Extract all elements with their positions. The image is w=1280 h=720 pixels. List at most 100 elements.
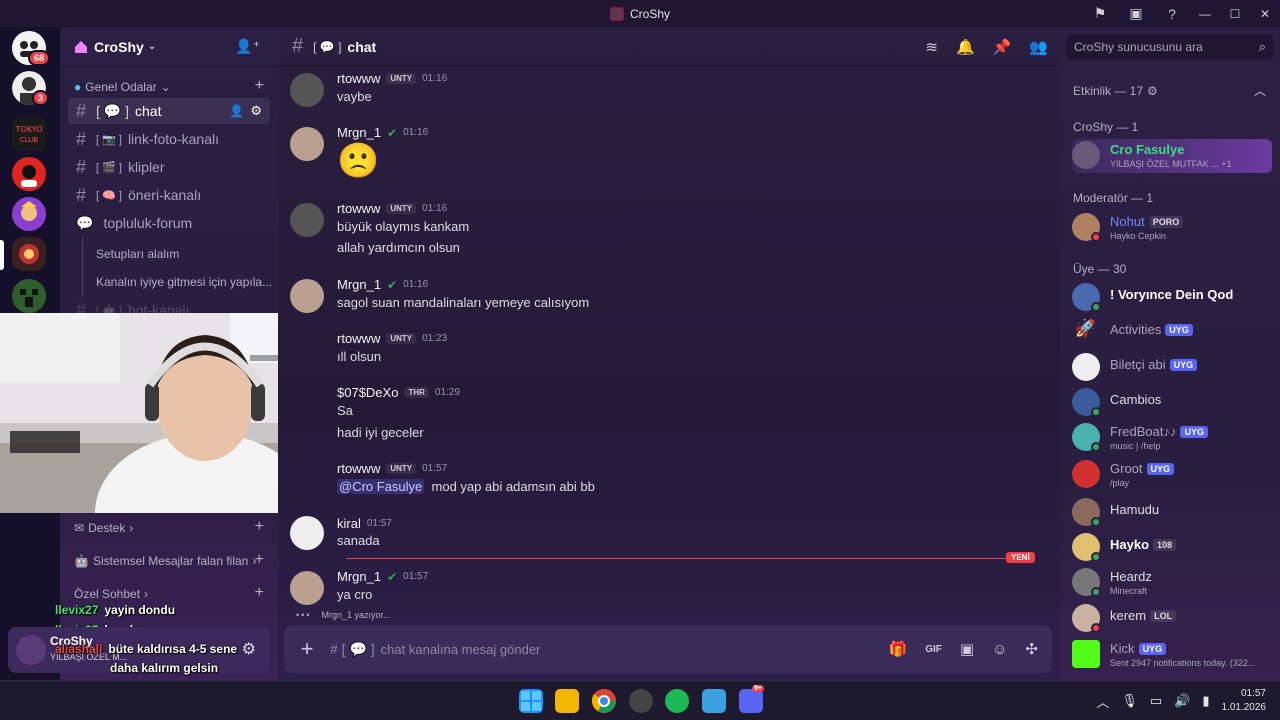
hash-icon: # — [76, 100, 87, 121]
add-channel-icon[interactable]: + — [255, 518, 264, 536]
sticker-icon[interactable]: ▣ — [960, 640, 974, 658]
server-icon-red[interactable] — [12, 157, 46, 191]
server-icon-game[interactable] — [12, 197, 46, 231]
status-online — [1091, 517, 1101, 527]
gear-icon[interactable]: ⚙ — [250, 103, 262, 119]
thread-setuplari[interactable]: Setupları alalım — [96, 247, 179, 261]
add-channel-icon[interactable]: + — [255, 77, 264, 95]
member-row[interactable]: Groot UYG /play — [1072, 458, 1272, 492]
member-row[interactable]: kerem LOL — [1072, 602, 1272, 636]
member-row[interactable]: Kick UYG Sent 2947 notifications today. (… — [1072, 638, 1272, 672]
message-input[interactable]: chat kanalına mesaj gönder — [381, 642, 541, 657]
globe-icon: ● — [74, 80, 82, 94]
channel-klipler[interactable]: # [ 🎬 ] klipler — [68, 154, 270, 180]
network-icon[interactable]: ▭ — [1150, 693, 1162, 709]
clock[interactable]: 01:57 1.01.2026 — [1222, 687, 1267, 715]
member-row[interactable]: Heardz Minecraft — [1072, 566, 1272, 600]
gif-icon[interactable]: GIF — [925, 644, 942, 655]
category-destek[interactable]: ✉ Destek › — [74, 521, 133, 535]
bell-icon[interactable]: 🔔 — [956, 38, 975, 56]
thread-kanalin-iyiye[interactable]: Kanalın iyiye gitmesi için yapıla... — [96, 275, 272, 289]
member-row[interactable]: Hamudu — [1072, 496, 1272, 530]
category-sistemsel[interactable]: 🤖 Sistemsel Mesajlar falan filan › — [74, 554, 256, 568]
invite-icon[interactable]: 👤 — [229, 104, 244, 118]
taskbar: 9+ ︿ 🎙 ▭ 🔊 ▮ 01:57 1.01.2026 — [0, 680, 1280, 720]
server-icon-minecraft[interactable] — [12, 279, 46, 313]
user-avatar[interactable] — [16, 635, 46, 665]
chevron-down-icon: ⌄ — [160, 80, 171, 94]
close-button[interactable]: ✕ — [1250, 0, 1280, 27]
member-row[interactable]: Nohut PORO Hayko Cepkin — [1072, 211, 1272, 245]
member-row[interactable]: Hayko 108 — [1072, 531, 1272, 565]
add-member-icon[interactable]: 👤⁺ — [235, 38, 260, 55]
chevron-up-icon[interactable]: ︿ — [1254, 82, 1266, 99]
message-composer[interactable]: + # [ 💬 ] chat kanalına mesaj gönder 🎁 G… — [284, 625, 1052, 673]
members-icon[interactable]: 👥 — [1029, 38, 1048, 56]
add-channel-icon[interactable]: + — [255, 584, 264, 602]
member-row[interactable]: 🚀 Activities UYG — [1072, 316, 1272, 350]
chevron-up-icon[interactable]: ︿ — [1096, 692, 1109, 711]
channel-topluluk-forum[interactable]: 💬 topluluk-forum — [68, 210, 270, 236]
avatar[interactable] — [290, 279, 324, 313]
status-dnd — [1091, 232, 1101, 242]
section-header: Üye — 30 — [1073, 262, 1127, 276]
member-row[interactable]: FredBoat♪♪ UYG music | /help — [1072, 421, 1272, 455]
guild-header[interactable]: CroShy ⌄ 👤⁺ — [60, 27, 278, 67]
avatar[interactable] — [290, 203, 324, 237]
hash-icon: # — [292, 35, 304, 57]
verified-icon: ✔ — [387, 569, 398, 584]
unread-badge: 3 — [32, 90, 50, 106]
category-genel-odalar[interactable]: ● Genel Odalar ⌄ — [74, 80, 171, 94]
member-row[interactable]: ! Voryınce Dein Qod — [1072, 281, 1272, 315]
brain-icon: [ 🧠 ] — [96, 189, 122, 202]
spotify-icon[interactable] — [665, 689, 689, 713]
windows-start-icon[interactable] — [519, 689, 543, 713]
help-icon[interactable]: ? — [1154, 0, 1190, 27]
gear-icon[interactable]: ⚙ — [242, 639, 256, 659]
microphone-icon[interactable]: 🎙 — [1121, 693, 1138, 709]
robot-icon: 🤖 — [74, 554, 89, 568]
camera-icon: [ 📷 ] — [96, 133, 122, 146]
activity-header[interactable]: Etkinlik — 17 ⚙ — [1073, 84, 1158, 98]
maximize-button[interactable]: ☐ — [1220, 0, 1250, 27]
window-title: CroShy — [609, 6, 670, 21]
apps-icon[interactable]: ✣ — [1025, 640, 1038, 658]
channel-oneri[interactable]: # [ 🧠 ] öneri-kanalı — [68, 182, 270, 208]
member-row[interactable]: Cro Fasulye YILBAŞI ÖZEL MUTFAK ... +1 — [1072, 139, 1272, 173]
threads-icon[interactable]: ≋ — [925, 38, 938, 56]
member-row[interactable]: Cambios — [1072, 386, 1272, 420]
attach-plus-icon[interactable]: + — [284, 636, 330, 662]
avatar[interactable] — [290, 127, 324, 161]
chevron-right-icon: › — [144, 587, 149, 601]
speaker-icon[interactable]: 🔊 — [1174, 693, 1190, 709]
inbox-icon[interactable]: ▣ — [1118, 0, 1154, 27]
notepad-icon[interactable] — [702, 689, 726, 713]
speech-bubble-icon: [ 💬 ] — [313, 39, 342, 54]
chrome-icon[interactable] — [592, 689, 616, 713]
emoji-icon[interactable]: ☺ — [992, 641, 1007, 658]
file-explorer-icon[interactable] — [555, 689, 579, 713]
new-messages-divider — [346, 558, 1034, 559]
status-online — [1091, 587, 1101, 597]
avatar[interactable] — [290, 516, 324, 550]
gift-icon[interactable]: 🎁 — [889, 640, 908, 658]
channel-chat[interactable]: # [ 💬 ] chat 👤 ⚙ — [68, 98, 270, 124]
channel-link-foto[interactable]: # [ 📷 ] link-foto-kanalı — [68, 126, 270, 152]
discord-icon[interactable] — [739, 689, 763, 713]
add-channel-icon[interactable]: + — [255, 551, 264, 569]
avatar[interactable] — [290, 571, 324, 605]
flag-icon[interactable]: ⚑ — [1082, 0, 1118, 27]
server-icon-croshy[interactable] — [12, 237, 46, 271]
search-input[interactable]: CroShy sunucusunu ara ⌕ — [1066, 34, 1274, 60]
battery-icon[interactable]: ▮ — [1202, 693, 1209, 709]
avatar — [1072, 460, 1100, 488]
member-row[interactable]: Biletçi abi UYG — [1072, 351, 1272, 385]
server-icon-tokyo[interactable]: TOKYO CLUB — [12, 117, 46, 151]
category-ozel-sohbet[interactable]: Özel Sohbet › — [74, 587, 148, 601]
hash-icon: # — [76, 156, 87, 177]
minimize-button[interactable]: — — [1190, 0, 1220, 27]
avatar[interactable] — [290, 73, 324, 107]
obs-icon[interactable] — [629, 689, 653, 713]
pin-icon[interactable]: 📌 — [993, 38, 1012, 56]
user-mention[interactable]: @Cro Fasulye — [337, 479, 425, 494]
